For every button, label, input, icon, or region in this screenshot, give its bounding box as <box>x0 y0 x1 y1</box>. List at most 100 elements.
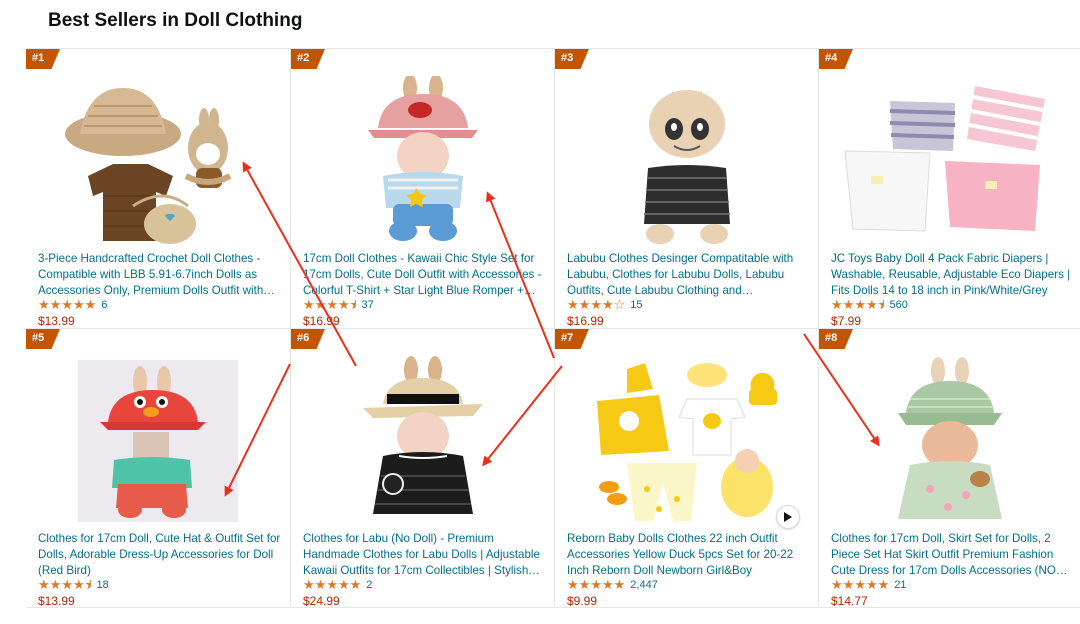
rating-row[interactable]: ★ ★ ★ ★ ★ 21 <box>831 578 907 591</box>
product-title[interactable]: Labubu Clothes Desinger Compatitable wit… <box>567 251 811 299</box>
price: $14.77 <box>831 594 868 608</box>
product-card-6[interactable]: #6 Clothes for Labu (No Doll) - Premium … <box>290 328 554 608</box>
rank-badge: #2 <box>291 49 325 69</box>
star-icon: ★ <box>854 297 866 312</box>
star-icon: ★ <box>613 577 626 592</box>
price: $24.99 <box>303 594 340 608</box>
star-half-icon: ⯨ <box>349 297 357 312</box>
price: $13.99 <box>38 594 75 608</box>
star-icon: ★ <box>567 577 579 592</box>
price: $16.99 <box>303 314 340 328</box>
star-rating: ★ ★ ★ ★ ⯨ <box>831 298 885 311</box>
star-icon: ★ <box>831 577 843 592</box>
product-title[interactable]: Reborn Baby Dolls Clothes 22 inch Outfit… <box>567 531 811 579</box>
product-card-8[interactable]: #8 Clothes for 17cm Doll, Skirt Set for … <box>818 328 1080 608</box>
review-count[interactable]: 2,447 <box>630 579 658 591</box>
product-card-2[interactable]: #2 17cm Doll Clothes - Kawaii Chic Style… <box>290 48 554 328</box>
product-grid: #1 3-Piece Handcrafted Crochet Doll Clot… <box>26 48 1080 608</box>
product-image[interactable] <box>555 71 818 251</box>
star-icon: ★ <box>590 297 602 312</box>
rating-row[interactable]: ★ ★ ★ ★ ★ 2 <box>303 578 372 591</box>
star-icon: ★ <box>326 577 338 592</box>
star-icon: ★ <box>590 577 602 592</box>
rating-row[interactable]: ★ ★ ★ ★ ⯨ 560 <box>831 298 908 311</box>
review-count[interactable]: 6 <box>101 299 107 311</box>
rank-badge: #5 <box>26 329 60 349</box>
star-icon: ★ <box>567 297 579 312</box>
product-title[interactable]: Clothes for 17cm Doll, Skirt Set for Dol… <box>831 531 1075 579</box>
rating-row[interactable]: ★ ★ ★ ★ ⯨ 18 <box>38 578 109 591</box>
star-icon: ★ <box>38 297 50 312</box>
star-icon: ★ <box>49 297 62 312</box>
star-icon: ★ <box>601 297 614 312</box>
product-title[interactable]: Clothes for 17cm Doll, Cute Hat & Outfit… <box>38 531 282 579</box>
rank-badge: #1 <box>26 49 60 69</box>
review-count[interactable]: 21 <box>894 579 906 591</box>
star-icon: ★ <box>72 297 85 312</box>
review-count[interactable]: 37 <box>362 299 374 311</box>
star-rating: ★ ★ ★ ★ ★ <box>567 578 625 591</box>
star-rating: ★ ★ ★ ★ ★ <box>38 298 96 311</box>
product-title[interactable]: 3-Piece Handcrafted Crochet Doll Clothes… <box>38 251 282 299</box>
star-icon: ★ <box>72 577 85 592</box>
product-title[interactable]: Clothes for Labu (No Doll) - Premium Han… <box>303 531 547 579</box>
rank-badge: #6 <box>291 329 325 349</box>
product-image[interactable] <box>26 351 290 531</box>
star-icon: ★ <box>877 577 890 592</box>
star-icon: ★ <box>831 297 843 312</box>
star-icon: ★ <box>337 577 350 592</box>
star-rating: ★ ★ ★ ★ ⯨ <box>38 578 92 591</box>
star-half-icon: ⯨ <box>877 297 885 312</box>
star-icon: ★ <box>61 297 73 312</box>
product-title[interactable]: JC Toys Baby Doll 4 Pack Fabric Diapers … <box>831 251 1075 299</box>
star-icon: ★ <box>38 577 50 592</box>
rank-badge: #3 <box>555 49 589 69</box>
star-icon: ★ <box>314 577 327 592</box>
rating-row[interactable]: ★ ★ ★ ★ ☆ 15 <box>567 298 643 311</box>
product-image[interactable] <box>291 71 554 251</box>
product-card-4[interactable]: #4 JC Toys Baby Doll 4 Pack Fabric Diape… <box>818 48 1080 328</box>
rank-badge: #7 <box>555 329 589 349</box>
star-icon: ★ <box>842 577 855 592</box>
rank-badge: #4 <box>819 49 853 69</box>
star-icon: ★ <box>349 577 362 592</box>
product-card-1[interactable]: #1 3-Piece Handcrafted Crochet Doll Clot… <box>26 48 290 328</box>
rating-row[interactable]: ★ ★ ★ ★ ★ 2,447 <box>567 578 658 591</box>
price: $16.99 <box>567 314 604 328</box>
star-half-icon: ⯨ <box>84 577 92 592</box>
product-card-5[interactable]: #5 Clothes for 17cm Doll, Cute Hat & Out… <box>26 328 290 608</box>
product-image[interactable] <box>291 351 554 531</box>
star-icon: ★ <box>578 577 591 592</box>
star-icon: ★ <box>61 577 73 592</box>
product-image[interactable] <box>819 351 1080 531</box>
price: $9.99 <box>567 594 598 608</box>
product-title[interactable]: 17cm Doll Clothes - Kawaii Chic Style Se… <box>303 251 547 299</box>
review-count[interactable]: 18 <box>97 579 109 591</box>
star-rating: ★ ★ ★ ★ ★ <box>303 578 361 591</box>
star-icon: ★ <box>601 577 614 592</box>
product-image[interactable] <box>819 71 1080 251</box>
price: $7.99 <box>831 314 862 328</box>
review-count[interactable]: 560 <box>890 299 908 311</box>
page-title: Best Sellers in Doll Clothing <box>48 10 303 31</box>
star-icon: ★ <box>326 297 338 312</box>
star-icon: ★ <box>314 297 327 312</box>
star-icon: ★ <box>865 577 878 592</box>
star-rating: ★ ★ ★ ★ ⯨ <box>303 298 357 311</box>
product-image[interactable] <box>555 351 818 531</box>
star-empty-icon: ☆ <box>613 297 626 312</box>
star-icon: ★ <box>865 297 878 312</box>
product-image[interactable] <box>26 71 290 251</box>
star-icon: ★ <box>854 577 866 592</box>
play-video-button[interactable] <box>776 505 800 529</box>
rating-row[interactable]: ★ ★ ★ ★ ⯨ 37 <box>303 298 374 311</box>
star-icon: ★ <box>578 297 591 312</box>
rank-badge: #8 <box>819 329 853 349</box>
star-rating: ★ ★ ★ ★ ☆ <box>567 298 625 311</box>
review-count[interactable]: 15 <box>630 299 642 311</box>
product-card-3[interactable]: #3 Labubu Clothes Desinger Compatitable … <box>554 48 818 328</box>
product-card-7[interactable]: #7 Reborn Baby Dolls Clothes 22 inch Out… <box>554 328 818 608</box>
review-count[interactable]: 2 <box>366 579 372 591</box>
star-icon: ★ <box>303 577 315 592</box>
rating-row[interactable]: ★ ★ ★ ★ ★ 6 <box>38 298 107 311</box>
